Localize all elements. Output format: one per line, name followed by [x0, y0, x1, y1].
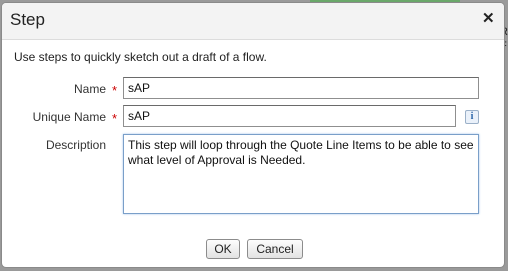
name-field[interactable] [123, 77, 479, 99]
unique-name-label: Unique Name [32, 110, 106, 124]
info-icon[interactable]: i [465, 110, 479, 124]
cancel-button[interactable]: Cancel [247, 239, 303, 259]
dialog-header: Step ✕ [2, 3, 504, 40]
name-label: Name [73, 82, 106, 96]
ok-button[interactable]: OK [206, 239, 240, 259]
description-label: Description [45, 138, 106, 152]
name-required-icon: * [112, 83, 118, 98]
step-dialog: Step ✕ Use steps to quickly sketch out a… [1, 2, 505, 268]
unique-name-required-icon: * [112, 111, 118, 126]
unique-name-field[interactable] [123, 105, 456, 127]
dialog-title: Step [10, 10, 45, 29]
dialog-intro-text: Use steps to quickly sketch out a draft … [14, 50, 267, 64]
close-icon[interactable]: ✕ [482, 11, 495, 26]
description-field[interactable]: This step will loop through the Quote Li… [123, 134, 479, 214]
